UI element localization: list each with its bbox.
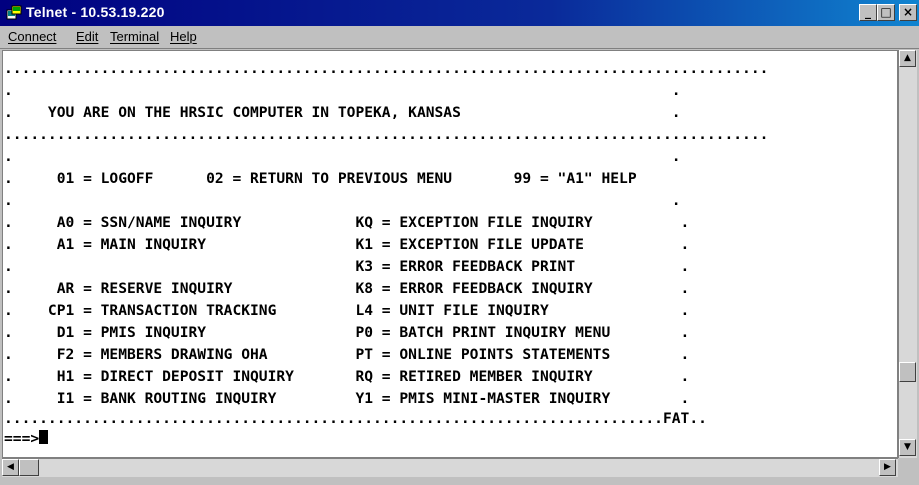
terminal-line: . . <box>4 192 681 209</box>
scroll-up-icon[interactable]: ▲ <box>899 50 916 67</box>
terminal-line: . . <box>4 82 681 99</box>
menu-connect[interactable]: Connect <box>8 29 56 44</box>
title-bar[interactable]: Telnet - 10.53.19.220 _ □ × <box>0 0 919 26</box>
terminal-line: . A0 = SSN/NAME INQUIRY KQ = EXCEPTION F… <box>4 214 690 231</box>
telnet-icon[interactable] <box>6 5 22 21</box>
vertical-scrollbar[interactable]: ▲ ▼ <box>898 50 917 458</box>
terminal-line: . AR = RESERVE INQUIRY K8 = ERROR FEEDBA… <box>4 280 690 297</box>
terminal-line: . YOU ARE ON THE HRSIC COMPUTER IN TOPEK… <box>4 104 681 121</box>
terminal-line: . H1 = DIRECT DEPOSIT INQUIRY RQ = RETIR… <box>4 368 690 385</box>
close-button[interactable]: × <box>899 4 917 21</box>
terminal-line: . F2 = MEMBERS DRAWING OHA PT = ONLINE P… <box>4 346 690 363</box>
scroll-left-icon[interactable]: ◀ <box>2 459 19 476</box>
terminal-line: . I1 = BANK ROUTING INQUIRY Y1 = PMIS MI… <box>4 390 690 407</box>
menu-terminal[interactable]: Terminal <box>110 29 159 44</box>
terminal-line: ........................................… <box>4 126 769 143</box>
terminal-line: . CP1 = TRANSACTION TRACKING L4 = UNIT F… <box>4 302 690 319</box>
maximize-button[interactable]: □ <box>877 4 895 21</box>
terminal-line: . D1 = PMIS INQUIRY P0 = BATCH PRINT INQ… <box>4 324 690 341</box>
terminal-line: . A1 = MAIN INQUIRY K1 = EXCEPTION FILE … <box>4 236 690 253</box>
text-cursor <box>39 430 49 444</box>
minimize-button[interactable]: _ <box>859 4 877 21</box>
menu-bar: Connect Edit Terminal Help <box>0 26 919 49</box>
prompt-text: ===> <box>4 430 40 447</box>
scroll-right-icon[interactable]: ▶ <box>879 459 896 476</box>
menu-edit[interactable]: Edit <box>76 29 98 44</box>
window-title: Telnet - 10.53.19.220 <box>26 4 165 20</box>
terminal-text[interactable]: ........................................… <box>2 52 896 456</box>
terminal-line: . 01 = LOGOFF 02 = RETURN TO PREVIOUS ME… <box>4 170 637 187</box>
horizontal-scroll-thumb[interactable] <box>19 459 39 476</box>
command-prompt[interactable]: ===> <box>4 430 49 452</box>
vertical-scroll-thumb[interactable] <box>899 362 916 382</box>
scroll-down-icon[interactable]: ▼ <box>899 439 916 456</box>
terminal-line: ........................................… <box>4 410 707 427</box>
telnet-window: Telnet - 10.53.19.220 _ □ × Connect Edit… <box>0 0 919 485</box>
terminal-line: . K3 = ERROR FEEDBACK PRINT . <box>4 258 690 275</box>
horizontal-scrollbar[interactable]: ◀ ▶ <box>2 458 898 477</box>
terminal-line: . . <box>4 148 681 165</box>
terminal-line: ........................................… <box>4 60 769 77</box>
menu-help[interactable]: Help <box>170 29 197 44</box>
size-grip[interactable] <box>898 458 917 477</box>
